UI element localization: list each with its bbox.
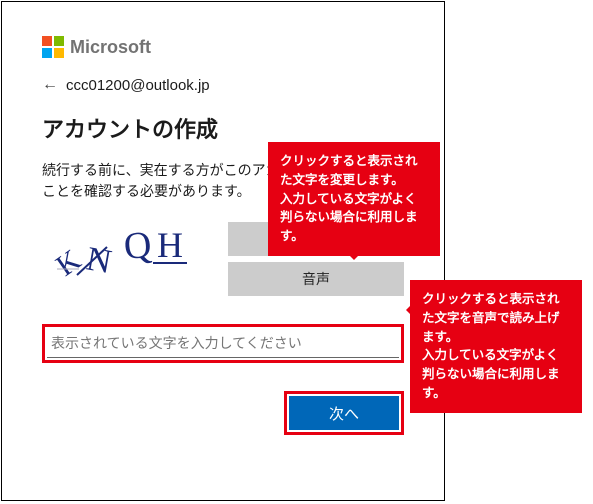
account-email: ccc01200@outlook.jp (66, 77, 210, 94)
next-button[interactable]: 次へ (289, 396, 399, 430)
next-button-highlight: 次へ (284, 391, 404, 435)
tooltip-audio: クリックすると表示された文字を音声で読み上げます。入力している文字がよく判らない… (410, 280, 582, 413)
page-title: アカウントの作成 (42, 112, 404, 144)
captcha-input-highlight (42, 324, 404, 363)
logo-row: Microsoft (42, 36, 404, 58)
brand-text: Microsoft (70, 37, 151, 58)
svg-text:K: K (50, 243, 87, 283)
svg-text:Q: Q (122, 227, 153, 268)
captcha-input[interactable] (47, 329, 399, 358)
svg-text:N: N (84, 240, 115, 281)
captcha-image: K N Q H (42, 222, 212, 292)
svg-text:H: H (157, 227, 183, 265)
microsoft-logo-icon (42, 36, 64, 58)
back-row[interactable]: ← ccc01200@outlook.jp (42, 76, 404, 94)
tooltip-new: クリックすると表示された文字を変更します。入力している文字がよく判らない場合に利… (268, 142, 440, 256)
captcha-audio-button[interactable]: 音声 (228, 262, 404, 296)
next-row: 次へ (42, 391, 404, 435)
back-arrow-icon: ← (42, 76, 58, 94)
